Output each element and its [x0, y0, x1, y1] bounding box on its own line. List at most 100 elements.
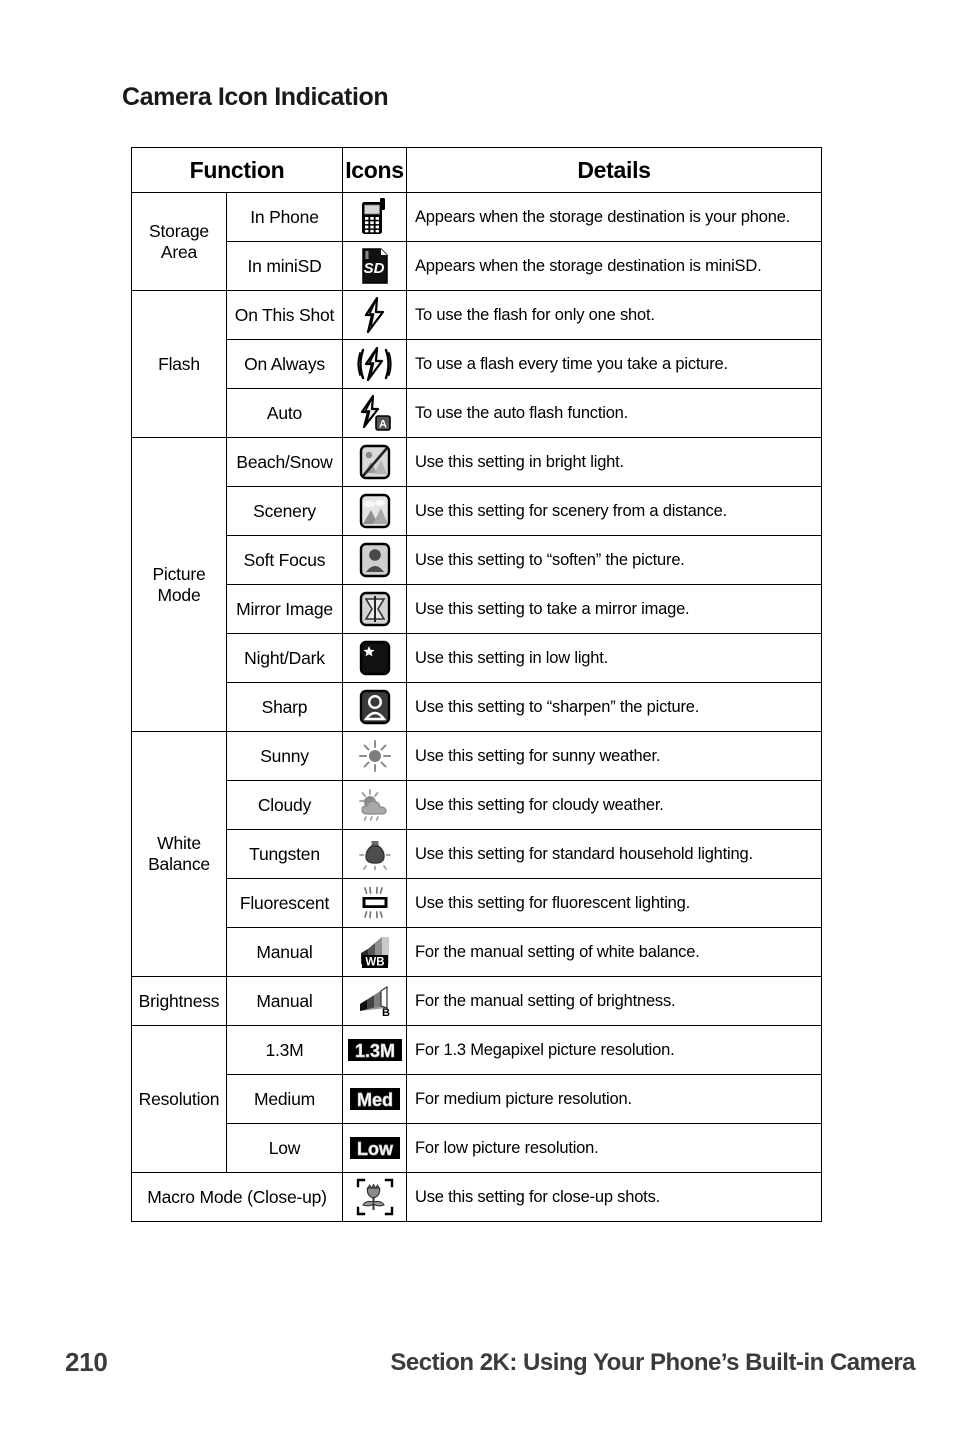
details-text: Appears when the storage destination is …: [406, 192, 822, 242]
setting-label-tungsten: Tungsten: [226, 829, 343, 879]
setting-label-beach-snow: Beach/Snow: [226, 437, 343, 487]
icon-cell: [342, 633, 407, 683]
function-group-brightness: Brightness: [131, 976, 227, 1026]
icon-cell: [342, 682, 407, 732]
svg-text:Med: Med: [357, 1090, 393, 1110]
sharp-icon: [358, 688, 392, 726]
details-text: Use this setting in bright light.: [406, 437, 822, 487]
table-row: Fluorescent Use this setting for fluores…: [132, 878, 822, 928]
svg-text:Low: Low: [357, 1139, 394, 1159]
function-label-line2: Balance: [148, 854, 210, 874]
table-row: Storage Area In Phone Appears when the s…: [131, 192, 822, 291]
table-row: On Always To use a flash every time you …: [132, 339, 822, 389]
sunny-icon: [358, 739, 392, 773]
svg-text:SD: SD: [363, 260, 384, 277]
macro-flower-icon: [355, 1177, 395, 1217]
table-header-row: Function Icons Details: [131, 147, 822, 193]
details-text: To use the flash for only one shot.: [406, 290, 822, 340]
svg-text:B: B: [382, 1007, 390, 1018]
details-text: Use this setting for standard household …: [406, 829, 822, 879]
footer-section-title: Section 2K: Using Your Phone’s Built-in …: [390, 1349, 915, 1376]
table-row: Cloudy Use this setting for cloudy weath…: [132, 780, 822, 830]
details-text: Appears when the storage destination is …: [406, 241, 822, 291]
icon-cell: WB: [342, 927, 407, 977]
details-text: For the manual setting of brightness.: [406, 976, 822, 1026]
details-text: To use a flash every time you take a pic…: [406, 339, 822, 389]
icon-cell: [342, 731, 407, 781]
fluorescent-icon: [358, 886, 392, 920]
table-row: Sharp Use this setting to “sharpen” the …: [132, 682, 822, 732]
icon-cell: A: [342, 388, 407, 438]
manual-wb-icon: WB: [358, 934, 392, 970]
table-row: Picture Mode Beach/Snow Use this setting…: [131, 437, 822, 732]
setting-label-in-minisd: In miniSD: [226, 241, 343, 291]
column-header-function: Function: [131, 147, 343, 193]
table-row: Flash On This Shot To use the flash for …: [131, 290, 822, 438]
flash-auto-icon: A: [357, 394, 393, 432]
setting-label-1-3m: 1.3M: [226, 1025, 343, 1075]
details-text: For medium picture resolution.: [406, 1074, 822, 1124]
setting-label-sunny: Sunny: [226, 731, 343, 781]
icon-cell: Med: [342, 1074, 407, 1124]
details-text: Use this setting to “soften” the picture…: [406, 535, 822, 585]
page-title: Camera Icon Indication: [122, 83, 389, 111]
svg-text:A: A: [379, 419, 387, 431]
function-label-line1: Picture: [152, 563, 206, 584]
details-text: For the manual setting of white balance.: [406, 927, 822, 977]
setting-label-medium: Medium: [226, 1074, 343, 1124]
icon-cell: [342, 584, 407, 634]
document-page: Camera Icon Indication Function Icons De…: [0, 0, 954, 1431]
svg-text:1.3M: 1.3M: [354, 1041, 394, 1061]
setting-label-on-always: On Always: [226, 339, 343, 389]
table-row: Tungsten Use this setting for standard h…: [132, 829, 822, 879]
icon-cell: SD: [342, 241, 407, 291]
column-header-details: Details: [406, 147, 822, 193]
details-text: Use this setting for close-up shots.: [406, 1172, 822, 1222]
column-header-icons: Icons: [342, 147, 407, 193]
icon-cell: [342, 486, 407, 536]
icon-cell: [342, 780, 407, 830]
table-row: Manual WB For the manual setting of whit…: [132, 927, 822, 977]
function-group-storage-area: Storage Area: [131, 192, 227, 291]
setting-label-low: Low: [226, 1123, 343, 1173]
table-row: Soft Focus Use this setting to “soften” …: [132, 535, 822, 585]
setting-label-in-phone: In Phone: [226, 192, 343, 242]
details-text: For low picture resolution.: [406, 1123, 822, 1173]
table-row: In miniSD SD Appears when the storage de…: [132, 241, 822, 291]
icon-cell: B: [342, 976, 407, 1026]
tungsten-bulb-icon: [358, 837, 392, 871]
setting-label-auto: Auto: [226, 388, 343, 438]
res-med-icon: Med: [349, 1086, 401, 1112]
details-text: Use this setting for scenery from a dist…: [406, 486, 822, 536]
phone-icon: [360, 198, 390, 236]
table-row: Low Low For low picture resolution.: [132, 1123, 822, 1173]
function-label-line1: White: [157, 833, 201, 854]
details-text: To use the auto flash function.: [406, 388, 822, 438]
function-group-resolution: Resolution: [131, 1025, 227, 1173]
icon-cell: [342, 192, 407, 242]
table-row: Mirror Image Use this setting to take a …: [132, 584, 822, 634]
setting-label-soft-focus: Soft Focus: [226, 535, 343, 585]
setting-label-manual-wb: Manual: [226, 927, 343, 977]
function-label-line1: Brightness: [138, 990, 220, 1011]
details-text: Use this setting for sunny weather.: [406, 731, 822, 781]
function-label-line1: Storage: [149, 220, 209, 241]
setting-label-mirror-image: Mirror Image: [226, 584, 343, 634]
setting-label-on-this-shot: On This Shot: [226, 290, 343, 340]
res-13m-icon: 1.3M: [347, 1037, 403, 1063]
camera-icon-indication-table: Function Icons Details Storage Area In P…: [131, 147, 822, 1222]
details-text: Use this setting to “sharpen” the pictur…: [406, 682, 822, 732]
table-row: Macro Mode (Close-up) Use this setting f…: [131, 1172, 822, 1222]
function-group-white-balance: White Balance: [131, 731, 227, 977]
icon-cell: [342, 878, 407, 928]
table-row: Medium Med For medium picture resolution…: [132, 1074, 822, 1124]
table-row: Night/Dark Use this setting in low light…: [132, 633, 822, 683]
svg-text:WB: WB: [365, 957, 384, 969]
icon-cell: [342, 829, 407, 879]
details-text: Use this setting for cloudy weather.: [406, 780, 822, 830]
table-row: Scenery Use this setting for scenery fro…: [132, 486, 822, 536]
details-text: Use this setting for fluorescent lightin…: [406, 878, 822, 928]
table-row: Auto A To use the auto flash function.: [132, 388, 822, 438]
details-text: Use this setting to take a mirror image.: [406, 584, 822, 634]
details-text: Use this setting in low light.: [406, 633, 822, 683]
